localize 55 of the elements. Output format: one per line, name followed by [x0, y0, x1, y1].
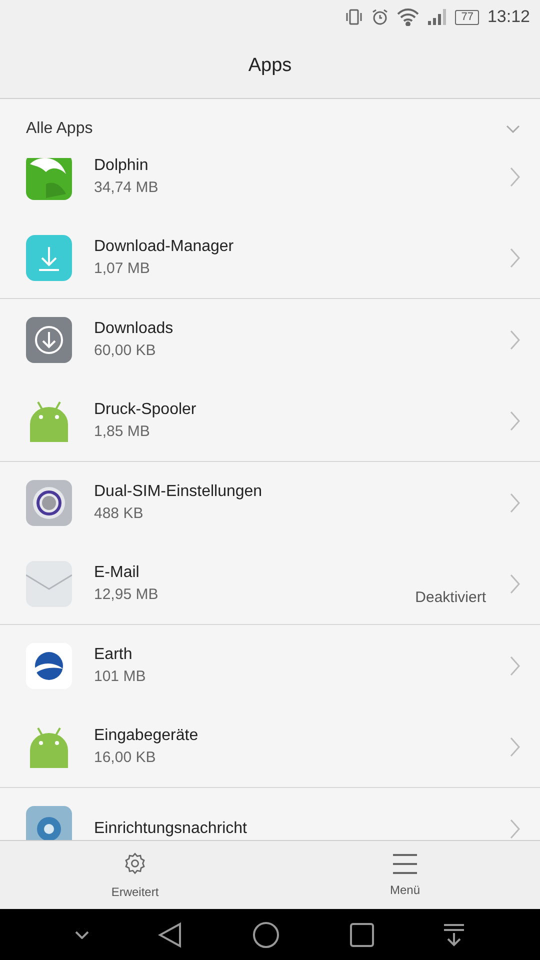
app-list-item[interactable]: E-Mail 12,95 MB Deaktiviert	[0, 543, 540, 625]
envelope-icon	[26, 560, 72, 606]
app-name: E-Mail	[94, 564, 140, 582]
app-name: Eingabegeräte	[94, 727, 200, 745]
app-size: 101 MB	[94, 668, 147, 685]
app-list-item[interactable]: Dual-SIM-Einstellungen 488 KB	[0, 462, 540, 543]
app-size: 1,07 MB	[94, 260, 151, 277]
chevron-icon	[510, 656, 520, 676]
app-size: 488 KB	[94, 505, 144, 522]
app-name: Einrichtungsnachricht	[94, 820, 248, 838]
app-list-item[interactable]: Druck-Spooler 1,85 MB	[0, 380, 540, 462]
chevron-icon	[510, 574, 520, 594]
recents-icon[interactable]	[350, 922, 374, 946]
chevron-icon	[510, 248, 520, 268]
globe-icon	[26, 642, 72, 688]
app-status: Deaktiviert	[415, 589, 486, 606]
chevron-icon	[510, 818, 520, 838]
app-name: Earth	[94, 646, 134, 664]
app-list-item[interactable]: Download-Manager 1,07 MB	[0, 217, 540, 299]
chevron-icon	[510, 330, 520, 350]
battery-icon: 77	[455, 10, 480, 24]
screen-title: Apps	[248, 55, 292, 77]
app-name: Downloads	[94, 320, 174, 338]
app-name: Download-Manager	[94, 238, 235, 256]
app-size: 12,95 MB	[94, 586, 160, 603]
chevron-icon	[510, 410, 520, 430]
toolbar-button[interactable]: Erweitert	[0, 841, 270, 909]
app-size: 60,00 KB	[94, 342, 157, 359]
chevron-icon	[510, 736, 520, 756]
app-list-item[interactable]: Earth 101 MB	[0, 625, 540, 706]
toolbar-button[interactable]: Menü	[270, 841, 540, 909]
menu-icon	[392, 853, 418, 875]
filter-dropdown[interactable]: Alle Apps	[26, 120, 93, 138]
app-list-item[interactable]: Dolphin 34,74 MB	[0, 158, 540, 217]
home-icon[interactable]	[252, 920, 280, 948]
notification-pull-icon[interactable]	[443, 922, 466, 946]
vibrate-icon	[345, 8, 364, 26]
app-size: 16,00 KB	[94, 749, 157, 766]
chevron-icon	[510, 492, 520, 512]
chevron-icon	[510, 166, 520, 186]
clock-time: 13:12	[487, 7, 530, 27]
app-name: Dolphin	[94, 158, 150, 175]
wifi-icon	[397, 8, 420, 26]
app-list-item[interactable]: Eingabegeräte 16,00 KB	[0, 706, 540, 788]
app-size: 1,85 MB	[94, 423, 151, 440]
alarm-icon	[371, 8, 390, 26]
settings-icon	[122, 851, 148, 877]
signal-icon	[427, 8, 448, 26]
app-name: Druck-Spooler	[94, 401, 198, 419]
back-icon[interactable]	[158, 922, 182, 948]
chevron-down-icon[interactable]	[74, 930, 89, 938]
download-icon	[26, 234, 72, 280]
app-name: Dual-SIM-Einstellungen	[94, 483, 264, 501]
app-size: 34,74 MB	[94, 179, 160, 196]
app-list-item[interactable]: Downloads 60,00 KB	[0, 299, 540, 380]
